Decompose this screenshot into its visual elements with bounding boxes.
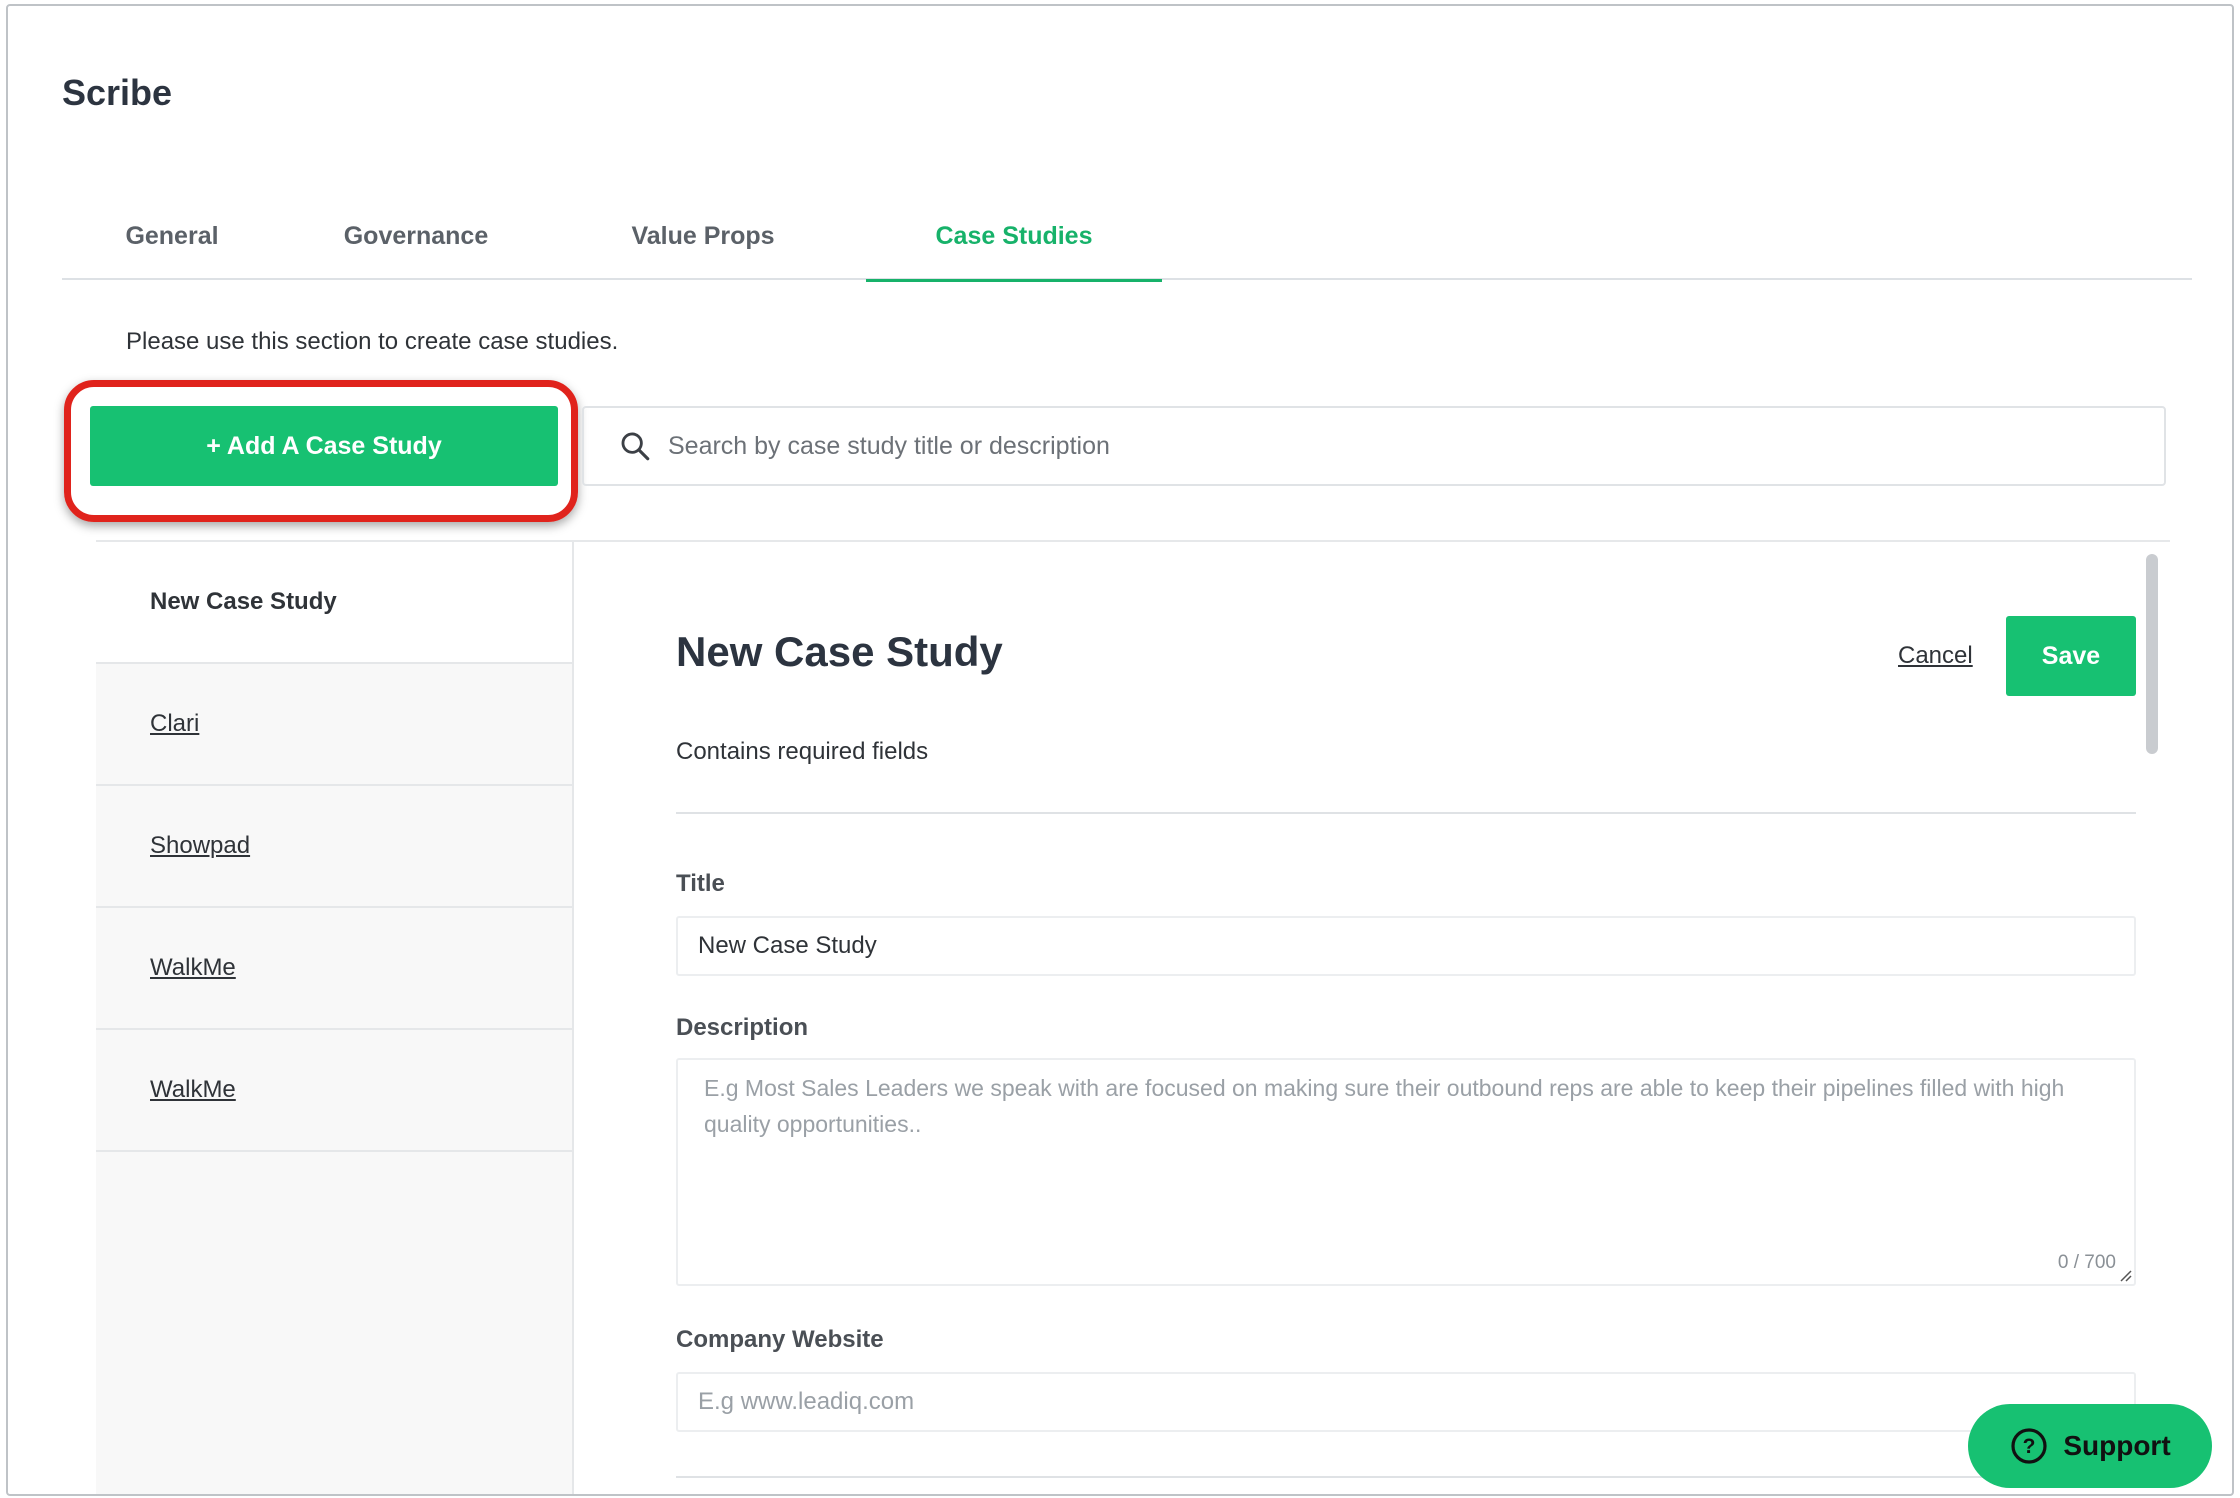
list-item[interactable]: WalkMe	[96, 1030, 572, 1152]
cancel-button[interactable]: Cancel	[1898, 642, 1973, 670]
add-case-study-button[interactable]: + Add A Case Study	[90, 406, 558, 486]
description-field[interactable]	[678, 1060, 2134, 1284]
title-field[interactable]	[676, 916, 2136, 976]
description-label: Description	[676, 1014, 809, 1041]
search-icon	[621, 432, 650, 461]
editor-divider	[676, 812, 2136, 814]
tab-governance[interactable]: Governance	[296, 192, 536, 280]
save-button[interactable]: Save	[2006, 616, 2136, 696]
support-button[interactable]: ? Support	[1968, 1404, 2212, 1488]
required-fields-note: Contains required fields	[676, 738, 929, 765]
description-field-wrapper: 0 / 700	[676, 1058, 2136, 1286]
list-item[interactable]: Showpad	[96, 786, 572, 908]
case-study-list: New Case Study Clari Showpad WalkMe Walk…	[96, 542, 574, 1494]
list-item-label: New Case Study	[150, 588, 337, 615]
list-item-label: Showpad	[150, 832, 251, 859]
search-box[interactable]	[582, 406, 2166, 486]
editor-divider	[676, 1476, 2136, 1478]
scrollbar[interactable]	[2146, 554, 2158, 754]
tab-label: Case Studies	[935, 221, 1093, 250]
help-icon: ?	[2011, 1428, 2047, 1464]
title-label: Title	[676, 870, 725, 897]
tab-case-studies[interactable]: Case Studies	[866, 192, 1162, 282]
svg-text:?: ?	[2023, 1435, 2036, 1458]
tab-general[interactable]: General	[62, 192, 282, 280]
app-title: Scribe	[62, 72, 173, 113]
list-item-label: WalkMe	[150, 954, 236, 981]
tab-bar: General Governance Value Props Case Stud…	[62, 192, 2192, 282]
list-item-label: WalkMe	[150, 1076, 236, 1103]
website-field[interactable]	[676, 1372, 2136, 1432]
tab-label: Value Props	[631, 221, 775, 250]
list-item[interactable]: New Case Study	[96, 542, 572, 664]
support-label: Support	[2063, 1430, 2171, 1461]
tab-label: General	[125, 221, 219, 250]
list-item[interactable]: Clari	[96, 664, 572, 786]
editor-title: New Case Study	[676, 628, 1003, 675]
app-window: Scribe General Governance Value Props Ca…	[6, 4, 2234, 1496]
tab-value-props[interactable]: Value Props	[578, 192, 828, 280]
tab-label: Governance	[343, 221, 489, 250]
search-input[interactable]	[668, 431, 2164, 461]
resize-handle-icon[interactable]	[2118, 1268, 2132, 1282]
section-intro: Please use this section to create case s…	[126, 328, 619, 355]
char-counter: 0 / 700	[2057, 1252, 2116, 1273]
list-item[interactable]: WalkMe	[96, 908, 572, 1030]
website-label: Company Website	[676, 1326, 884, 1353]
list-item-label: Clari	[150, 710, 200, 737]
